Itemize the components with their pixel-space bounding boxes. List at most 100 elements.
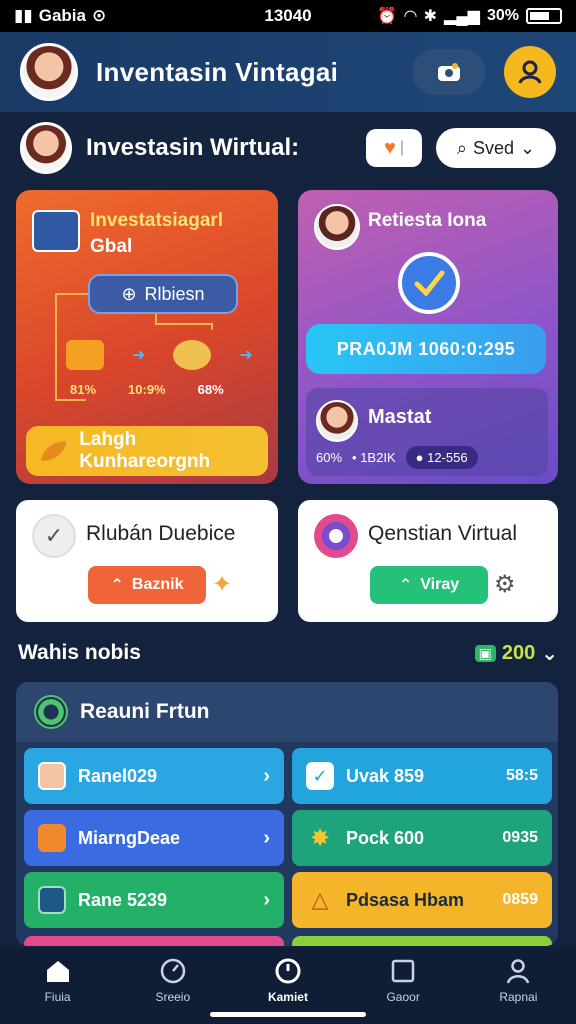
leaf-icon — [40, 441, 67, 461]
return-card-title: Retiesta Iona — [368, 210, 487, 231]
person-icon — [38, 762, 66, 790]
sparkle-icon: ✦ — [212, 571, 233, 598]
virtual-question-card[interactable]: Qenstian Virtual ⌃ Viray ⚙ — [298, 500, 558, 622]
fund-tile[interactable]: ✓ Uvak 859 58:5 — [292, 748, 552, 804]
fund-tile-value: 58:5 — [505, 767, 538, 784]
user-icon — [507, 959, 530, 984]
battery-percent: 30% — [486, 7, 519, 24]
saved-label: Sved — [472, 137, 515, 158]
check-circle-icon: ✓ — [32, 514, 76, 558]
sub-title: Investasin Wirtual: — [86, 134, 300, 161]
tab-portfolio[interactable]: Gaoor — [363, 958, 443, 1004]
coin-icon: ▣ — [474, 644, 496, 662]
arrow-icon: ➜ — [239, 347, 253, 364]
tile-peek-right — [292, 936, 552, 946]
fund-tile-value: 0935 — [502, 829, 538, 846]
timer-icon — [275, 958, 301, 984]
tab-profile[interactable]: Rapnai — [478, 958, 558, 1004]
tab-label: Kamiet — [267, 990, 308, 1004]
user-icon — [518, 60, 542, 84]
fund-tile-label: Pock 600 — [346, 827, 425, 848]
section-header: Wahis nobis ▣ 200 ⌄ — [18, 638, 558, 668]
fund-tile-label: Rane 5239 — [78, 889, 168, 910]
quick-action-card-left[interactable]: ✓ Rlubán Duebice ⌃ Baznik ✦ — [16, 500, 278, 622]
bluetooth-icon: ✱ — [423, 8, 438, 25]
tab-label: Fiuia — [44, 990, 71, 1004]
fund-tile[interactable]: △ Pdsasa Hbam 0859 — [292, 872, 552, 928]
carrier: ▮▮ Gabia ⊙ — [14, 6, 106, 26]
master-avatar — [316, 400, 358, 442]
fund-tile[interactable]: ✸ Pock 600 0935 — [292, 810, 552, 866]
app-header: Inventasin Vintagai — [0, 32, 576, 112]
check-icon — [398, 252, 460, 314]
coin-icon — [38, 886, 66, 914]
tile-peek-left — [24, 936, 284, 946]
chevron-down-icon: ⌄ — [541, 642, 558, 665]
home-indicator[interactable] — [210, 1012, 366, 1017]
stat-percent: 60% — [316, 450, 343, 465]
tab-stats[interactable]: Sreeio — [133, 958, 213, 1004]
camera-icon — [438, 63, 460, 81]
coin-icon — [173, 340, 212, 370]
tab-home[interactable]: Fiuia — [18, 958, 98, 1004]
flow-label: 81% — [70, 382, 97, 397]
alarm-icon: ⏰ — [377, 8, 398, 25]
user-avatar[interactable] — [20, 122, 72, 174]
carrier-name: Gabia — [38, 6, 86, 25]
gear-icon: ⚙ — [494, 571, 516, 598]
heart-icon: ♥ — [383, 136, 396, 159]
fund-tile[interactable]: MiarngDeae › — [24, 810, 284, 866]
virtual-question-button[interactable]: ⌃ Viray — [370, 566, 488, 604]
fund-tile-label: MiarngDeae — [78, 827, 181, 848]
learn-more-label: Lahgh Kunhareorgnh — [79, 429, 211, 472]
wifi-icon: ◠ — [404, 8, 417, 25]
stat-value: • 1B2IK — [352, 450, 396, 465]
plus-icon: ⊕ — [121, 283, 137, 304]
learn-more-button[interactable]: Lahgh Kunhareorgnh — [26, 426, 268, 476]
sub-header: Investasin Wirtual: ♥ | ⌕ Sved ⌄ — [0, 112, 576, 184]
section-count[interactable]: ▣ 200 ⌄ — [474, 641, 558, 666]
investment-goal-card[interactable]: Investatsiagarl Gbal ⊕ Rlbiesn ➜ ➜ 81% 1… — [16, 190, 278, 484]
virtual-question-title: Qenstian Virtual — [368, 522, 518, 545]
master-name: Mastat — [368, 406, 432, 428]
square-icon — [391, 959, 415, 983]
camera-button[interactable] — [412, 49, 486, 95]
fund-tile-label: Ranel029 — [78, 765, 158, 786]
triangle-icon: △ — [311, 887, 329, 912]
app-title: Inventasin Vintagai — [96, 56, 339, 87]
promo-button[interactable]: PRA0JM 1060:0:295 — [306, 324, 546, 374]
flow-chip[interactable]: ⊕ Rlbiesn — [88, 274, 238, 314]
section-title: Wahis nobis — [18, 641, 141, 664]
star-icon: ✸ — [309, 824, 331, 852]
status-bar: ▮▮ Gabia ⊙ 13040 ⏰ ◠ ✱ ▂▄▆ 30% — [0, 0, 576, 32]
target-icon — [314, 514, 358, 558]
quick-action-button[interactable]: ⌃ Baznik — [88, 566, 206, 604]
clock: 13040 — [264, 6, 312, 25]
stat-chip-text: 12-556 — [427, 450, 468, 465]
arrow-up-icon: ⌃ — [110, 577, 124, 594]
quick-action-title: Rlubán Duebice — [86, 522, 236, 545]
profile-avatar[interactable] — [20, 43, 78, 101]
arrow-icon: ➜ — [132, 347, 146, 364]
refresh-icon — [34, 695, 68, 729]
account-button[interactable] — [504, 46, 556, 98]
saved-dropdown[interactable]: ⌕ Sved ⌄ — [436, 128, 556, 168]
wallet-icon — [66, 340, 104, 370]
arrow-up-icon: ⌃ — [398, 577, 413, 594]
divider: | — [399, 139, 405, 156]
favorite-button[interactable]: ♥ | — [366, 129, 422, 167]
funds-panel: Reauni Frtun Ranel029 › MiarngDeae › Ran… — [16, 682, 558, 946]
cell-signal-icon: ▂▄▆ — [444, 8, 480, 25]
return-card[interactable]: Retiesta Iona PRA0JM 1060:0:295 Mastat 6… — [298, 190, 558, 484]
fund-tile[interactable]: Rane 5239 › — [24, 872, 284, 928]
panel-header: Reauni Frtun — [16, 682, 558, 742]
flow-row: ➜ ➜ — [66, 340, 278, 370]
master-card[interactable]: Mastat 60% • 1B2IK ● 12-556 — [306, 388, 548, 476]
home-icon — [46, 961, 69, 982]
fund-tile[interactable]: Ranel029 › — [24, 748, 284, 804]
tab-market[interactable]: Kamiet — [248, 958, 328, 1004]
tab-label: Sreeio — [155, 990, 191, 1004]
fund-tile-value: 0859 — [502, 891, 538, 908]
status-icons: ⏰ ◠ ✱ ▂▄▆ 30% — [377, 6, 562, 26]
battery-icon — [526, 8, 562, 24]
